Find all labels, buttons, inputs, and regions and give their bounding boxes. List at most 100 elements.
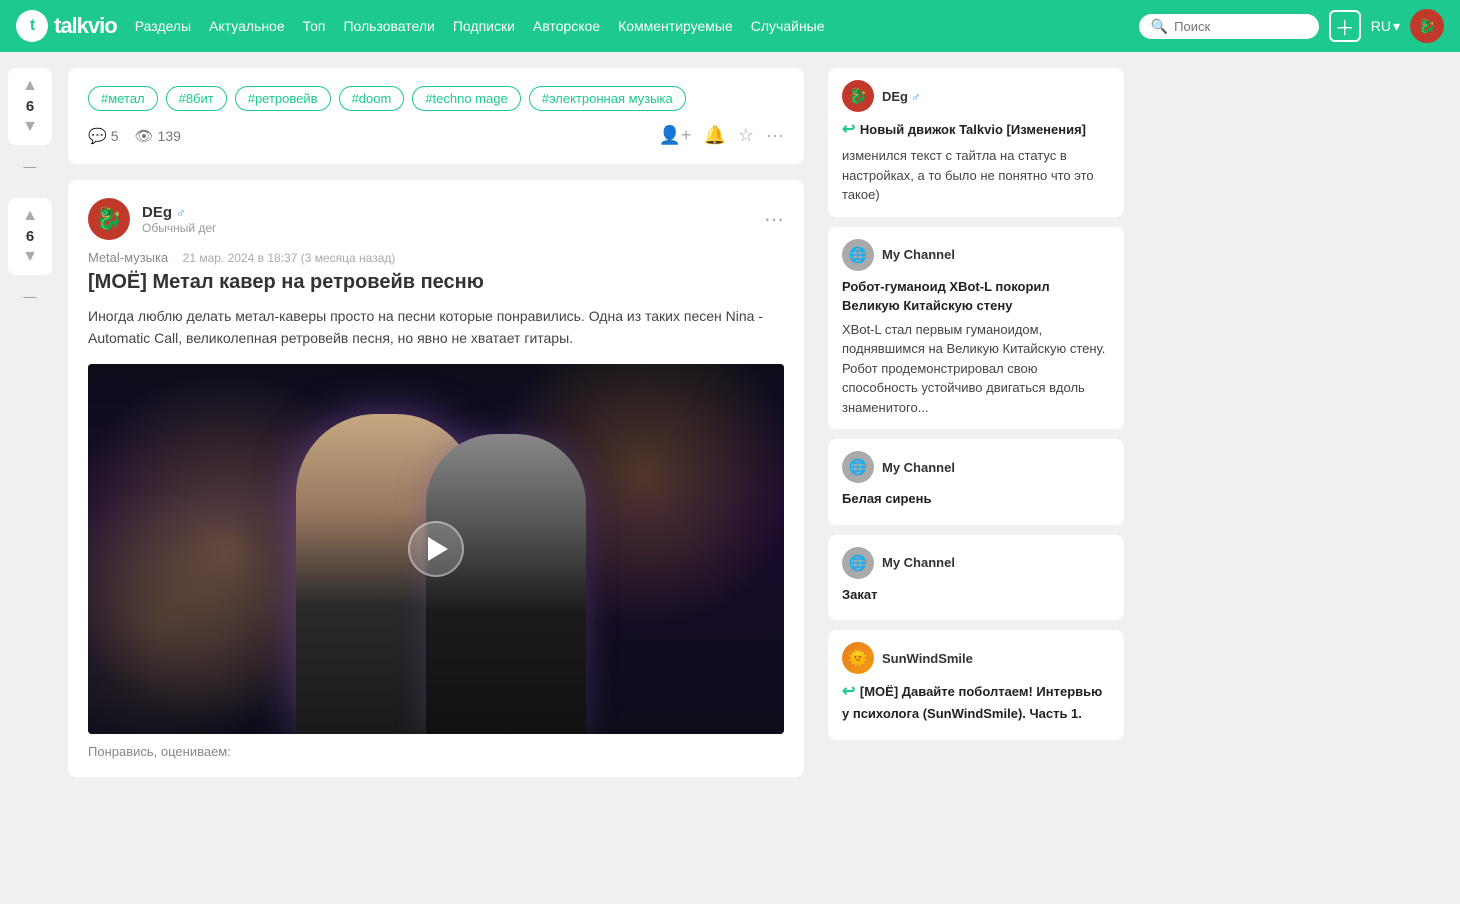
sidebar-post-title-1[interactable]: Робот-гуманоид XBot-L покорил Великую Ки…: [842, 277, 1110, 316]
sidebar-author-name-3: My Channel: [882, 555, 955, 570]
left-sidebar: ▲ 6 ▼ — ▲ 6 ▼ —: [0, 52, 60, 320]
logo-icon: t: [16, 10, 48, 42]
avatar-emoji: 🐉: [95, 206, 122, 232]
post-title: [МОЁ] Метал кавер на ретровейв песню: [88, 269, 784, 295]
sidebar-author-name-4: SunWindSmile: [882, 651, 973, 666]
sidebar-post-body-0: изменился текст с тайтла на статус в нас…: [842, 146, 1110, 205]
sidebar-post-0: 🐉 DEg♂ ↩ Новый движок Talkvio [Изменения] и…: [828, 68, 1124, 217]
sidebar-post-content-4: ↩ [МОЁ] Давайте поболтаем! Интервью у пс…: [842, 680, 1110, 724]
sidebar-post-body-1: XBot-L стал первым гуманоидом, поднявшим…: [842, 320, 1110, 418]
post-author-avatar: 🐉: [88, 198, 130, 240]
figure-right: [426, 434, 586, 734]
sidebar-author-name-1: My Channel: [882, 247, 955, 262]
nav-link-разделы[interactable]: Разделы: [135, 18, 191, 34]
notification-button[interactable]: 🔔: [703, 125, 725, 146]
tags-list: #метал #8бит #ретровейв #doom #techno mage #э…: [88, 86, 784, 111]
article-card: 🐉 DEg ♂ Обычный дег ⋯ Metal-музыка 21 ма…: [68, 180, 804, 777]
sidebar-avatar-3: 🌐: [842, 547, 874, 579]
tag-doom[interactable]: #doom: [339, 86, 405, 111]
sidebar-avatar-4: 🌞: [842, 642, 874, 674]
lang-switcher[interactable]: RU ▾: [1371, 18, 1400, 35]
sidebar-post-header-1: 🌐 My Channel: [842, 239, 1110, 271]
sidebar-post-header-3: 🌐 My Channel: [842, 547, 1110, 579]
sidebar-post-header-0: 🐉 DEg♂: [842, 80, 1110, 112]
sidebar-post-header-4: 🌞 SunWindSmile: [842, 642, 1110, 674]
follow-button[interactable]: 👤+: [659, 125, 692, 146]
sidebar-post-4: 🌞 SunWindSmile ↩ [МОЁ] Давайте поболтаем! …: [828, 630, 1124, 740]
tag-techno-mage[interactable]: #techno mage: [412, 86, 520, 111]
meta-actions: 👤+ 🔔 ☆ ···: [659, 125, 784, 146]
nav-link-топ[interactable]: Топ: [303, 18, 326, 34]
right-sidebar: 🐉 DEg♂ ↩ Новый движок Talkvio [Изменения] и…: [820, 52, 1140, 904]
play-triangle-icon: [428, 537, 448, 561]
comments-count: 💬 5: [88, 127, 118, 145]
vote-minus-2[interactable]: —: [24, 289, 37, 304]
sidebar-post-1: 🌐 My Channel Робот-гуманоид XBot-L покорил…: [828, 227, 1124, 430]
post-author-info: DEg ♂ Обычный дег: [142, 204, 752, 235]
vote-count-2: 6: [26, 228, 34, 245]
tags-meta-card: #метал #8бит #ретровейв #doom #techno mage #э…: [68, 68, 804, 164]
downvote-button-2[interactable]: ▼: [18, 247, 42, 267]
video-thumbnail: [88, 364, 784, 734]
post-footer-text: Понравись, оцениваем:: [88, 744, 784, 759]
header: t talkvio Разделы Актуальное Топ Пользовате…: [0, 0, 1460, 52]
sidebar-avatar-1: 🌐: [842, 239, 874, 271]
logo[interactable]: t talkvio: [16, 10, 117, 42]
tag-метал[interactable]: #метал: [88, 86, 158, 111]
main-nav: Разделы Актуальное Топ Пользователи Подписки…: [135, 18, 825, 34]
nav-link-случайные[interactable]: Случайные: [751, 18, 825, 34]
header-right: 🔍 ＋ RU ▾ 🐉: [1139, 9, 1444, 43]
sidebar-author-name-2: My Channel: [882, 460, 955, 475]
post-channel: Metal-музыка 21 мар. 2024 в 18:37 (3 мес…: [88, 250, 784, 265]
play-button[interactable]: [408, 521, 464, 577]
sidebar-avatar-0: 🐉: [842, 80, 874, 112]
sidebar-post-header-2: 🌐 My Channel: [842, 451, 1110, 483]
chevron-down-icon: ▾: [1393, 18, 1400, 35]
search-input[interactable]: [1174, 19, 1307, 34]
sidebar-post-title-2[interactable]: Белая сирень: [842, 489, 1110, 509]
sidebar-post-content-3: Закат: [842, 585, 1110, 605]
gender-icon: ♂: [176, 205, 186, 220]
nav-link-пользователи[interactable]: Пользователи: [343, 18, 434, 34]
post-header: 🐉 DEg ♂ Обычный дег ⋯: [88, 198, 784, 240]
nav-link-авторское[interactable]: Авторское: [533, 18, 600, 34]
post-more-button[interactable]: ⋯: [764, 207, 784, 232]
author-subtitle: Обычный дег: [142, 221, 752, 235]
vote-box-2: ▲ 6 ▼: [8, 198, 52, 275]
upvote-button-2[interactable]: ▲: [18, 206, 42, 226]
more-options-button[interactable]: ···: [766, 125, 784, 146]
post-date: 21 мар. 2024 в 18:37 (3 месяца назад): [183, 251, 396, 265]
upvote-button-1[interactable]: ▲: [18, 76, 42, 96]
comment-icon: 💬: [88, 127, 107, 145]
vote-count-1: 6: [26, 98, 34, 115]
sidebar-post-title-0[interactable]: ↩ Новый движок Talkvio [Изменения]: [842, 118, 1110, 142]
post-body: Иногда люблю делать метал-каверы просто …: [88, 305, 784, 350]
add-button[interactable]: ＋: [1329, 10, 1361, 42]
sidebar-post-title-4[interactable]: ↩ [МОЁ] Давайте поболтаем! Интервью у пс…: [842, 680, 1110, 724]
vote-minus-1[interactable]: —: [24, 159, 37, 174]
bookmark-button[interactable]: ☆: [738, 125, 754, 146]
sidebar-post-title-3[interactable]: Закат: [842, 585, 1110, 605]
tag-электронная-музыка[interactable]: #электронная музыка: [529, 86, 686, 111]
search-icon: 🔍: [1151, 18, 1168, 35]
vote-box-1: ▲ 6 ▼: [8, 68, 52, 145]
nav-link-подписки[interactable]: Подписки: [453, 18, 515, 34]
video-container[interactable]: [88, 364, 784, 734]
author-name: DEg ♂: [142, 204, 752, 221]
nav-link-комментируемые[interactable]: Комментируемые: [618, 18, 733, 34]
post-meta-bar: 💬 5 👁 139 👤+ 🔔 ☆ ···: [88, 125, 784, 146]
search-box[interactable]: 🔍: [1139, 14, 1319, 39]
tag-ретровейв[interactable]: #ретровейв: [235, 86, 331, 111]
nav-link-актуальное[interactable]: Актуальное: [209, 18, 285, 34]
sidebar-post-content-2: Белая сирень: [842, 489, 1110, 509]
sidebar-avatar-2: 🌐: [842, 451, 874, 483]
gender-icon-0: ♂: [911, 89, 921, 104]
user-avatar-header[interactable]: 🐉: [1410, 9, 1444, 43]
sidebar-author-name-0: DEg♂: [882, 89, 921, 104]
sidebar-post-3: 🌐 My Channel Закат: [828, 535, 1124, 621]
tag-8бит[interactable]: #8бит: [166, 86, 227, 111]
downvote-button-1[interactable]: ▼: [18, 117, 42, 137]
main-content: #метал #8бит #ретровейв #doom #techno mage #э…: [60, 52, 820, 904]
reply-arrow-icon-0: ↩: [842, 121, 860, 138]
eye-icon: 👁: [134, 127, 153, 145]
